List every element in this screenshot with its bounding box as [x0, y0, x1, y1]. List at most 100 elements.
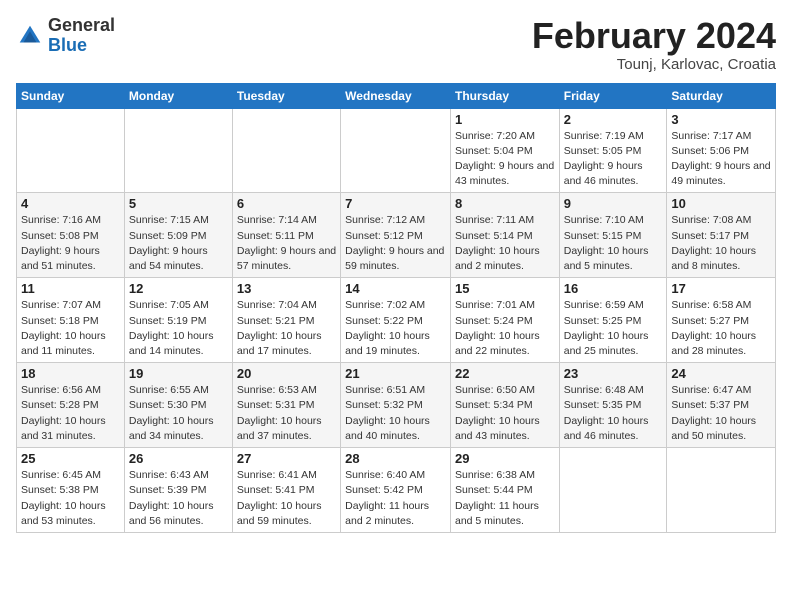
day-detail: Sunrise: 6:51 AM Sunset: 5:32 PM Dayligh…: [345, 383, 446, 444]
day-number: 29: [455, 451, 555, 466]
logo-blue-text: Blue: [48, 35, 87, 55]
calendar-cell: 21 Sunrise: 6:51 AM Sunset: 5:32 PM Dayli…: [341, 363, 451, 448]
calendar-cell: 17 Sunrise: 6:58 AM Sunset: 5:27 PM Dayli…: [667, 278, 776, 363]
day-number: 21: [345, 366, 446, 381]
day-number: 14: [345, 281, 446, 296]
day-number: 7: [345, 196, 446, 211]
day-number: 25: [21, 451, 120, 466]
day-detail: Sunrise: 7:02 AM Sunset: 5:22 PM Dayligh…: [345, 298, 446, 359]
calendar-cell: [124, 108, 232, 193]
calendar-cell: 4 Sunrise: 7:16 AM Sunset: 5:08 PM Daylig…: [17, 193, 125, 278]
day-detail: Sunrise: 7:11 AM Sunset: 5:14 PM Dayligh…: [455, 213, 555, 274]
day-number: 22: [455, 366, 555, 381]
day-detail: Sunrise: 6:40 AM Sunset: 5:42 PM Dayligh…: [345, 468, 446, 529]
calendar-cell: 15 Sunrise: 7:01 AM Sunset: 5:24 PM Dayli…: [450, 278, 559, 363]
calendar-week-row: 1 Sunrise: 7:20 AM Sunset: 5:04 PM Daylig…: [17, 108, 776, 193]
calendar-header-row: SundayMondayTuesdayWednesdayThursdayFrid…: [17, 83, 776, 108]
calendar-cell: [17, 108, 125, 193]
day-number: 15: [455, 281, 555, 296]
calendar-cell: 18 Sunrise: 6:56 AM Sunset: 5:28 PM Dayli…: [17, 363, 125, 448]
calendar-week-row: 4 Sunrise: 7:16 AM Sunset: 5:08 PM Daylig…: [17, 193, 776, 278]
day-detail: Sunrise: 7:05 AM Sunset: 5:19 PM Dayligh…: [129, 298, 228, 359]
calendar-cell: 26 Sunrise: 6:43 AM Sunset: 5:39 PM Dayli…: [124, 448, 232, 533]
location-text: Tounj, Karlovac, Croatia: [532, 56, 776, 73]
page-header: General Blue February 2024 Tounj, Karlov…: [16, 16, 776, 73]
day-number: 18: [21, 366, 120, 381]
day-detail: Sunrise: 7:01 AM Sunset: 5:24 PM Dayligh…: [455, 298, 555, 359]
day-number: 10: [671, 196, 771, 211]
day-number: 9: [564, 196, 663, 211]
calendar-cell: 10 Sunrise: 7:08 AM Sunset: 5:17 PM Dayli…: [667, 193, 776, 278]
calendar-cell: 22 Sunrise: 6:50 AM Sunset: 5:34 PM Dayli…: [450, 363, 559, 448]
day-number: 5: [129, 196, 228, 211]
month-year-title: February 2024: [532, 16, 776, 56]
day-number: 26: [129, 451, 228, 466]
day-detail: Sunrise: 7:16 AM Sunset: 5:08 PM Dayligh…: [21, 213, 120, 274]
calendar-cell: 25 Sunrise: 6:45 AM Sunset: 5:38 PM Dayli…: [17, 448, 125, 533]
day-detail: Sunrise: 6:58 AM Sunset: 5:27 PM Dayligh…: [671, 298, 771, 359]
day-number: 11: [21, 281, 120, 296]
day-detail: Sunrise: 7:14 AM Sunset: 5:11 PM Dayligh…: [237, 213, 336, 274]
calendar-cell: 6 Sunrise: 7:14 AM Sunset: 5:11 PM Daylig…: [232, 193, 340, 278]
day-number: 28: [345, 451, 446, 466]
calendar-cell: 14 Sunrise: 7:02 AM Sunset: 5:22 PM Dayli…: [341, 278, 451, 363]
calendar-cell: 23 Sunrise: 6:48 AM Sunset: 5:35 PM Dayli…: [559, 363, 667, 448]
day-detail: Sunrise: 7:19 AM Sunset: 5:05 PM Dayligh…: [564, 129, 663, 190]
calendar-cell: 13Sunrise: 7:04 AM Sunset: 5:21 PM Dayli…: [232, 278, 340, 363]
calendar-cell: 16Sunrise: 6:59 AM Sunset: 5:25 PM Dayli…: [559, 278, 667, 363]
calendar-cell: [559, 448, 667, 533]
calendar-week-row: 25 Sunrise: 6:45 AM Sunset: 5:38 PM Dayli…: [17, 448, 776, 533]
weekday-header-thursday: Thursday: [450, 83, 559, 108]
day-detail: Sunrise: 7:08 AM Sunset: 5:17 PM Dayligh…: [671, 213, 771, 274]
day-number: 6: [237, 196, 336, 211]
day-number: 24: [671, 366, 771, 381]
day-number: 8: [455, 196, 555, 211]
day-detail: Sunrise: 6:47 AM Sunset: 5:37 PM Dayligh…: [671, 383, 771, 444]
logo-general-text: General: [48, 15, 115, 35]
day-detail: Sunrise: 7:20 AM Sunset: 5:04 PM Dayligh…: [455, 129, 555, 190]
weekday-header-monday: Monday: [124, 83, 232, 108]
calendar-cell: 29 Sunrise: 6:38 AM Sunset: 5:44 PM Dayli…: [450, 448, 559, 533]
day-number: 17: [671, 281, 771, 296]
calendar-cell: 8 Sunrise: 7:11 AM Sunset: 5:14 PM Daylig…: [450, 193, 559, 278]
weekday-header-sunday: Sunday: [17, 83, 125, 108]
weekday-header-friday: Friday: [559, 83, 667, 108]
day-number: 4: [21, 196, 120, 211]
calendar-cell: [667, 448, 776, 533]
day-detail: Sunrise: 6:59 AM Sunset: 5:25 PM Dayligh…: [564, 298, 663, 359]
day-detail: Sunrise: 7:07 AM Sunset: 5:18 PM Dayligh…: [21, 298, 120, 359]
day-number: 12: [129, 281, 228, 296]
day-detail: Sunrise: 7:15 AM Sunset: 5:09 PM Dayligh…: [129, 213, 228, 274]
day-detail: Sunrise: 7:12 AM Sunset: 5:12 PM Dayligh…: [345, 213, 446, 274]
calendar-cell: 27Sunrise: 6:41 AM Sunset: 5:41 PM Dayli…: [232, 448, 340, 533]
day-detail: Sunrise: 6:48 AM Sunset: 5:35 PM Dayligh…: [564, 383, 663, 444]
weekday-header-wednesday: Wednesday: [341, 83, 451, 108]
day-detail: Sunrise: 7:10 AM Sunset: 5:15 PM Dayligh…: [564, 213, 663, 274]
logo-icon: [16, 22, 44, 50]
calendar-cell: 9 Sunrise: 7:10 AM Sunset: 5:15 PM Daylig…: [559, 193, 667, 278]
day-number: 1: [455, 112, 555, 127]
calendar-week-row: 18 Sunrise: 6:56 AM Sunset: 5:28 PM Dayli…: [17, 363, 776, 448]
calendar-cell: 1 Sunrise: 7:20 AM Sunset: 5:04 PM Daylig…: [450, 108, 559, 193]
calendar-cell: [341, 108, 451, 193]
calendar-cell: 3Sunrise: 7:17 AM Sunset: 5:06 PM Daylig…: [667, 108, 776, 193]
day-number: 20: [237, 366, 336, 381]
calendar-cell: 19Sunrise: 6:55 AM Sunset: 5:30 PM Dayli…: [124, 363, 232, 448]
calendar-cell: 7 Sunrise: 7:12 AM Sunset: 5:12 PM Daylig…: [341, 193, 451, 278]
day-detail: Sunrise: 6:43 AM Sunset: 5:39 PM Dayligh…: [129, 468, 228, 529]
day-detail: Sunrise: 6:45 AM Sunset: 5:38 PM Dayligh…: [21, 468, 120, 529]
day-detail: Sunrise: 6:55 AM Sunset: 5:30 PM Dayligh…: [129, 383, 228, 444]
calendar-cell: 5 Sunrise: 7:15 AM Sunset: 5:09 PM Daylig…: [124, 193, 232, 278]
day-detail: Sunrise: 6:38 AM Sunset: 5:44 PM Dayligh…: [455, 468, 555, 529]
day-detail: Sunrise: 6:56 AM Sunset: 5:28 PM Dayligh…: [21, 383, 120, 444]
day-detail: Sunrise: 7:04 AM Sunset: 5:21 PM Dayligh…: [237, 298, 336, 359]
day-number: 23: [564, 366, 663, 381]
weekday-header-tuesday: Tuesday: [232, 83, 340, 108]
calendar-cell: 28 Sunrise: 6:40 AM Sunset: 5:42 PM Dayli…: [341, 448, 451, 533]
day-detail: Sunrise: 6:41 AM Sunset: 5:41 PM Dayligh…: [237, 468, 336, 529]
calendar-cell: 2 Sunrise: 7:19 AM Sunset: 5:05 PM Daylig…: [559, 108, 667, 193]
day-number: 2: [564, 112, 663, 127]
day-detail: Sunrise: 6:50 AM Sunset: 5:34 PM Dayligh…: [455, 383, 555, 444]
day-detail: Sunrise: 6:53 AM Sunset: 5:31 PM Dayligh…: [237, 383, 336, 444]
calendar-table: SundayMondayTuesdayWednesdayThursdayFrid…: [16, 83, 776, 533]
